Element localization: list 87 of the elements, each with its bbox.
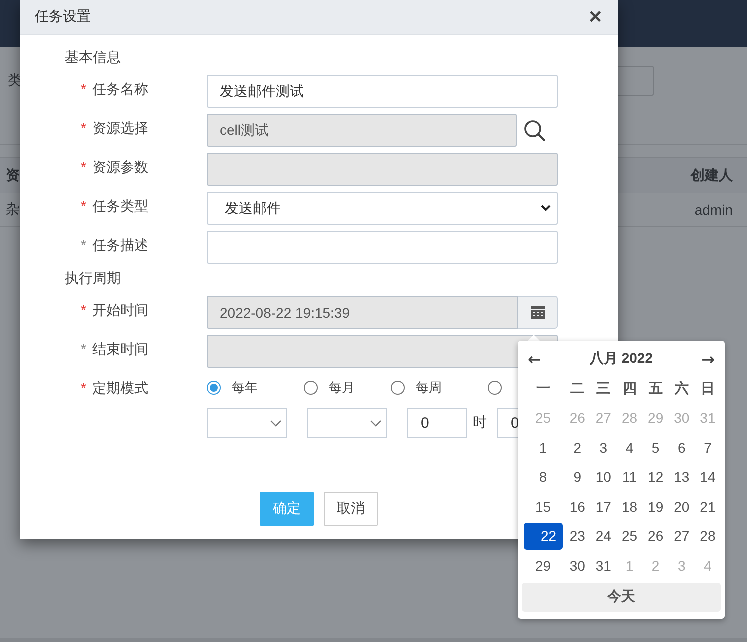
select-field[interactable] <box>307 408 387 438</box>
dialog-title: 任务设置 <box>35 8 91 26</box>
calendar-button[interactable] <box>518 296 558 329</box>
radio-button[interactable] <box>488 381 502 395</box>
calendar-day[interactable]: 23 <box>564 522 591 551</box>
select-field[interactable]: 发送邮件 <box>207 192 558 225</box>
unit-label: 时 <box>473 414 487 432</box>
calendar-day[interactable]: 6 <box>668 433 695 462</box>
asterisk: * <box>81 198 86 216</box>
field-label: 任务类型 <box>92 198 148 216</box>
calendar-day[interactable]: 4 <box>616 433 643 462</box>
previous-month-button[interactable]: ← <box>528 350 542 368</box>
asterisk: * <box>81 341 86 359</box>
calendar-day[interactable]: 7 <box>694 433 721 462</box>
calendar-day[interactable]: 8 <box>522 462 565 492</box>
calendar-day[interactable]: 20 <box>668 492 695 522</box>
hour-field[interactable]: 0 <box>407 408 467 438</box>
calendar-day[interactable]: 31 <box>590 551 617 580</box>
asterisk: * <box>81 302 86 320</box>
weekday-label: 六 <box>674 378 690 398</box>
calendar-day[interactable]: 11 <box>616 462 643 492</box>
field-label: 资源选择 <box>92 120 148 138</box>
calendar-day[interactable]: 19 <box>642 492 669 522</box>
calendar-icon <box>530 306 544 319</box>
radio-label[interactable]: 每周 <box>416 379 442 397</box>
section-title: 执行周期 <box>65 270 122 288</box>
field-label: 定期模式 <box>92 380 148 398</box>
search-icon[interactable] <box>523 118 547 142</box>
field-label: 资源参数 <box>92 159 148 177</box>
table-cell: admin <box>694 202 733 218</box>
weekday-label: 三 <box>596 378 612 398</box>
radio-button[interactable] <box>304 381 318 395</box>
chevron-down-icon <box>370 420 382 426</box>
asterisk: * <box>81 159 86 177</box>
calendar-day[interactable]: 12 <box>642 462 669 492</box>
calendar-day[interactable]: 1 <box>522 433 565 462</box>
calendar-day[interactable]: 14 <box>694 462 721 492</box>
calendar-day[interactable]: 13 <box>668 462 695 492</box>
weekday-label: 日 <box>700 378 716 398</box>
chevron-down-icon <box>270 420 282 426</box>
input-field[interactable]: 发送邮件测试 <box>207 75 558 108</box>
chevron-down-icon <box>541 205 551 212</box>
asterisk: * <box>81 81 86 99</box>
asterisk: * <box>81 120 86 138</box>
radio-label[interactable]: 每月 <box>329 379 355 397</box>
calendar-day[interactable]: 22 <box>524 522 563 550</box>
close-button[interactable]: × <box>587 7 604 27</box>
calendar-day[interactable]: 10 <box>590 462 617 492</box>
table-cell: 杂 <box>6 200 20 218</box>
calendar-day[interactable]: 28 <box>694 522 721 551</box>
column-header: 创建人 <box>691 166 733 184</box>
month-title: 八月 2022 <box>590 350 654 368</box>
radio-label[interactable]: 每年 <box>232 379 258 397</box>
weekday-label: 二 <box>570 378 586 398</box>
calendar-day[interactable]: 18 <box>616 492 643 522</box>
calendar-day[interactable]: 29 <box>522 551 565 580</box>
weekday-label: 一 <box>535 378 552 398</box>
field-label: 开始时间 <box>92 302 148 320</box>
calendar-day[interactable]: 30 <box>564 551 591 580</box>
cancel-button[interactable]: 取消 <box>324 492 378 526</box>
calendar-day[interactable]: 16 <box>564 492 591 522</box>
calendar-day[interactable]: 17 <box>590 492 617 522</box>
calendar-day[interactable]: 26 <box>642 522 669 551</box>
section-title: 基本信息 <box>65 49 122 67</box>
weekday-label: 五 <box>648 378 664 398</box>
column-header: 资 <box>6 166 20 184</box>
calendar-day[interactable]: 21 <box>694 492 721 522</box>
today-button[interactable]: 今天 <box>522 582 721 612</box>
calendar-day[interactable]: 5 <box>642 433 669 462</box>
radio-button[interactable] <box>207 381 221 395</box>
select-field[interactable] <box>207 408 287 438</box>
weekday-label: 四 <box>622 378 638 398</box>
calendar-day[interactable]: 27 <box>668 522 695 551</box>
next-month-button[interactable]: → <box>702 350 715 368</box>
calendar-day[interactable]: 9 <box>564 462 591 492</box>
field-label: 任务名称 <box>92 81 148 99</box>
radio-button[interactable] <box>391 381 405 395</box>
calendar-day[interactable]: 3 <box>590 433 617 462</box>
asterisk: * <box>81 237 86 255</box>
asterisk: * <box>81 380 86 398</box>
calendar-day[interactable]: 2 <box>564 433 591 462</box>
calendar-day[interactable]: 24 <box>590 522 617 551</box>
calendar-day[interactable]: 25 <box>616 522 643 551</box>
field-label: 结束时间 <box>92 341 148 359</box>
input-field[interactable] <box>207 231 558 264</box>
calendar-day[interactable]: 15 <box>522 492 565 522</box>
field-label: 任务描述 <box>92 237 148 255</box>
